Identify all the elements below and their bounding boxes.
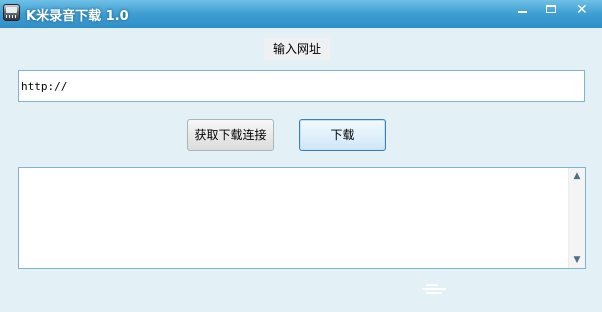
maximize-button[interactable] bbox=[538, 0, 564, 20]
title-bar[interactable]: K米录音下载 1.0 ✕ bbox=[0, 0, 602, 28]
maximize-icon bbox=[546, 5, 556, 13]
output-textarea[interactable]: ▲ ▼ bbox=[18, 167, 586, 269]
scroll-up-icon[interactable]: ▲ bbox=[569, 168, 585, 184]
close-button[interactable]: ✕ bbox=[567, 0, 597, 20]
get-download-link-button[interactable]: 获取下载连接 bbox=[187, 119, 274, 151]
minimize-button[interactable] bbox=[510, 0, 535, 20]
resize-grip-icon bbox=[420, 282, 448, 296]
download-button[interactable]: 下载 bbox=[299, 119, 386, 151]
close-icon: ✕ bbox=[576, 2, 588, 18]
url-label: 输入网址 bbox=[264, 38, 330, 60]
url-input[interactable] bbox=[18, 70, 585, 102]
scroll-down-icon[interactable]: ▼ bbox=[569, 252, 585, 268]
window-title: K米录音下载 1.0 bbox=[26, 9, 129, 24]
app-icon bbox=[3, 4, 20, 21]
minimize-icon bbox=[518, 11, 527, 13]
vertical-scrollbar[interactable]: ▲ ▼ bbox=[568, 168, 585, 268]
